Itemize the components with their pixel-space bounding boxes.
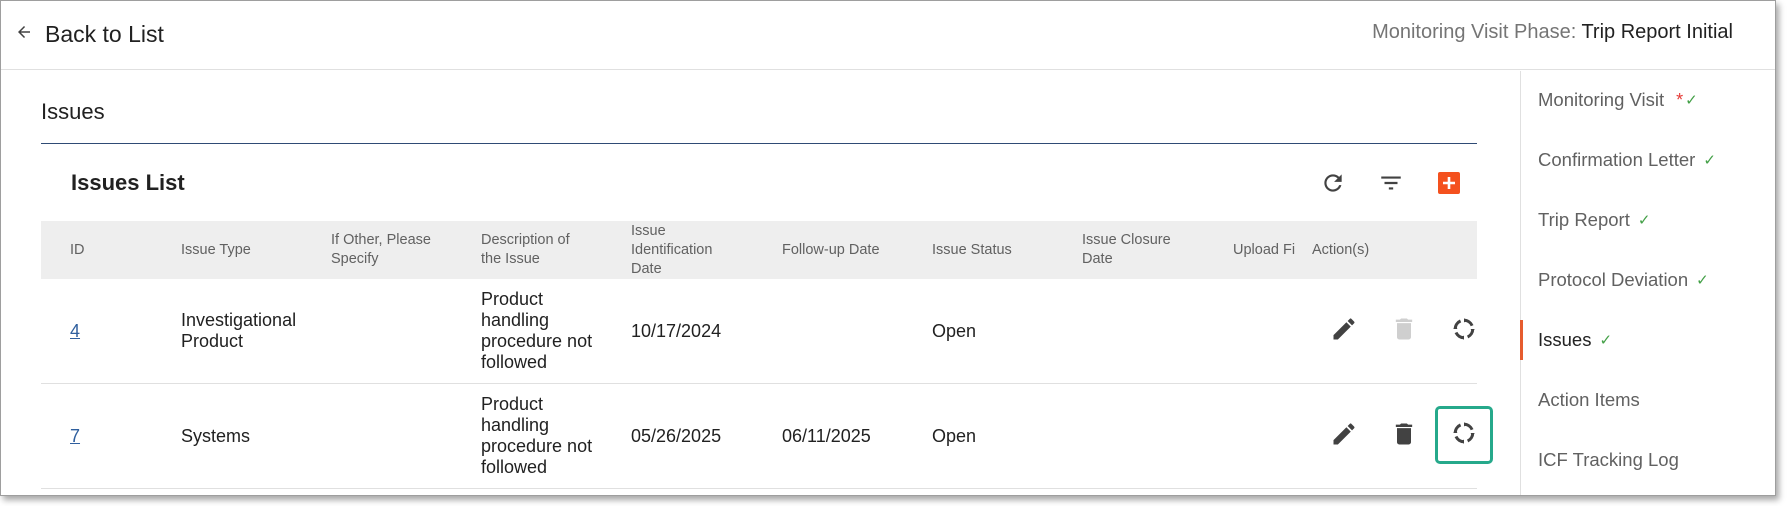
- sidebar-item-icf-tracking-log[interactable]: ICF Tracking Log: [1521, 440, 1775, 480]
- followup-date-cell: [782, 279, 912, 383]
- back-to-list-label: Back to List: [45, 20, 164, 47]
- header-bar: Back to List Monitoring Visit Phase: Tri…: [1, 1, 1775, 70]
- column-header-other[interactable]: If Other, Please Specify: [331, 221, 451, 279]
- column-header-upload[interactable]: Upload Fi: [1233, 221, 1303, 279]
- column-header-closure-date[interactable]: Issue Closure Date: [1082, 221, 1192, 279]
- sidebar-item-label: Confirmation Letter: [1538, 149, 1696, 170]
- filter-button[interactable]: [1373, 167, 1409, 203]
- refresh-button[interactable]: [1315, 167, 1351, 203]
- description-cell: Product handling procedure not followed: [481, 394, 593, 477]
- sidebar-item-label: Issues: [1538, 329, 1592, 350]
- issues-list-title: Issues List: [71, 170, 185, 195]
- circular-arrows-icon: [1450, 315, 1478, 348]
- pencil-icon: [1330, 315, 1358, 348]
- closure-date-cell: [1082, 384, 1212, 488]
- other-cell: [331, 279, 451, 383]
- sidebar-item-confirmation-letter[interactable]: Confirmation Letter ✓: [1521, 140, 1775, 180]
- back-to-list-button[interactable]: Back to List: [15, 19, 164, 49]
- edit-button[interactable]: [1324, 416, 1364, 456]
- sidebar-item-label: Monitoring Visit: [1538, 89, 1665, 110]
- sidebar-item-action-items[interactable]: Action Items: [1521, 380, 1775, 420]
- issue-id-link[interactable]: 7: [70, 384, 80, 488]
- status-cell: Open: [932, 425, 977, 446]
- edit-button[interactable]: [1324, 311, 1364, 351]
- check-icon: ✓: [1599, 332, 1613, 349]
- add-issue-button[interactable]: [1431, 167, 1467, 203]
- status-cell: Open: [932, 320, 977, 341]
- column-header-id[interactable]: ID: [70, 221, 150, 279]
- sidebar-item-monitoring-visit[interactable]: Monitoring Visit * ✓: [1521, 80, 1775, 120]
- column-header-followup-date[interactable]: Follow-up Date: [782, 221, 912, 279]
- required-marker: *: [1676, 89, 1684, 110]
- other-cell: [331, 384, 451, 488]
- table-row: 4 Investigational Product Product handli…: [41, 279, 1477, 384]
- lifecycle-button-highlighted[interactable]: [1435, 406, 1493, 464]
- sidebar-item-label: Trip Report: [1538, 209, 1630, 230]
- delete-button-disabled: [1384, 311, 1424, 351]
- sidebar-item-issues[interactable]: Issues ✓: [1520, 320, 1775, 360]
- add-icon: [1437, 171, 1461, 200]
- main-content: Issues Issues List ID Issue Type If Othe…: [41, 71, 1493, 495]
- phase-label: Monitoring Visit Phase:: [1372, 21, 1582, 43]
- sidebar-item-label: Protocol Deviation: [1538, 269, 1689, 290]
- section-nav-sidebar: Monitoring Visit * ✓ Confirmation Letter…: [1520, 71, 1775, 495]
- check-icon: ✓: [1703, 152, 1716, 169]
- check-icon: ✓: [1696, 272, 1709, 289]
- check-icon: ✓: [1637, 212, 1651, 229]
- delete-button[interactable]: [1384, 416, 1424, 456]
- lifecycle-button[interactable]: [1444, 311, 1484, 351]
- column-header-issue-type[interactable]: Issue Type: [181, 221, 311, 279]
- table-header: ID Issue Type If Other, Please Specify D…: [41, 221, 1477, 279]
- column-header-status[interactable]: Issue Status: [932, 221, 1062, 279]
- app-window: Back to List Monitoring Visit Phase: Tri…: [0, 0, 1776, 496]
- sidebar-item-label: ICF Tracking Log: [1538, 449, 1679, 470]
- phase-indicator: Monitoring Visit Phase: Trip Report Init…: [1372, 21, 1733, 44]
- refresh-icon: [1320, 170, 1346, 201]
- issue-id-link[interactable]: 4: [70, 279, 80, 383]
- column-header-actions: Action(s): [1312, 241, 1370, 258]
- filter-icon: [1378, 170, 1404, 201]
- issue-type-cell: Systems: [181, 425, 251, 446]
- identification-date-cell: 05/26/2025: [631, 425, 722, 446]
- sidebar-item-label: Action Items: [1538, 389, 1640, 410]
- arrow-left-icon: [15, 23, 33, 46]
- issues-table: ID Issue Type If Other, Please Specify D…: [41, 221, 1493, 489]
- table-row: 7 Systems Product handling procedure not…: [41, 384, 1493, 489]
- identification-date-cell: 10/17/2024: [631, 320, 722, 341]
- trash-icon: [1390, 315, 1418, 348]
- description-cell: Product handling procedure not followed: [481, 289, 593, 372]
- section-divider: [41, 143, 1477, 144]
- column-header-identification-date[interactable]: Issue Identification Date: [631, 221, 731, 279]
- trash-icon: [1390, 420, 1418, 453]
- check-icon: ✓: [1685, 92, 1698, 109]
- closure-date-cell: [1082, 279, 1212, 383]
- circular-arrows-icon: [1450, 419, 1478, 452]
- column-header-description[interactable]: Description of the Issue: [481, 221, 591, 279]
- phase-value: Trip Report Initial: [1581, 21, 1733, 43]
- sidebar-item-trip-report[interactable]: Trip Report ✓: [1521, 200, 1775, 240]
- issue-type-cell: Investigational Product: [181, 310, 297, 351]
- followup-date-cell: 06/11/2025: [782, 425, 871, 446]
- sidebar-item-protocol-deviation[interactable]: Protocol Deviation ✓: [1521, 260, 1775, 300]
- page-title: Issues: [41, 99, 105, 124]
- pencil-icon: [1330, 420, 1358, 453]
